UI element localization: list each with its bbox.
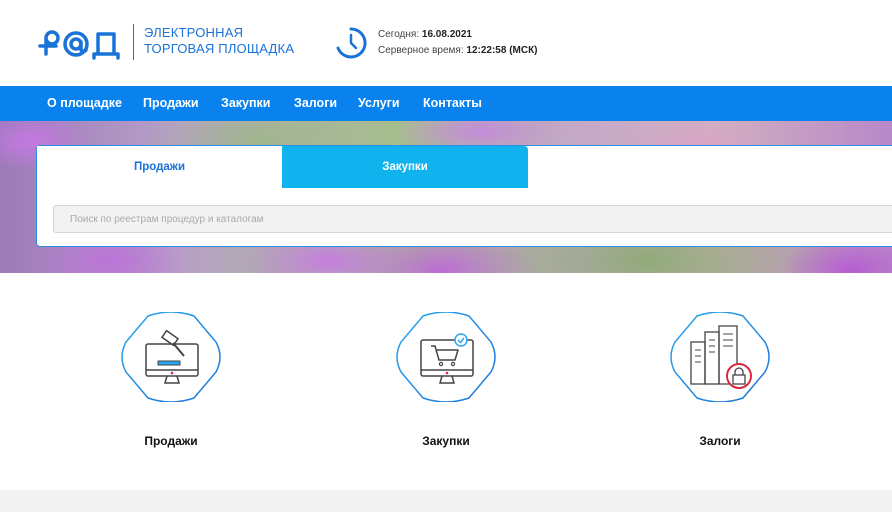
- nav-item-about[interactable]: О площадке: [47, 86, 122, 121]
- search-panel: Продажи Закупки: [36, 145, 892, 247]
- building-lock-icon: [690, 325, 752, 389]
- nav-item-sales[interactable]: Продажи: [143, 86, 199, 121]
- today-value: 16.08.2021: [421, 29, 472, 40]
- today-label: Сегодня:: [378, 29, 420, 40]
- server-time-row: Серверное время: 12:22:58 (МСК): [378, 43, 538, 59]
- server-time-value: 12:22:58 (МСК): [466, 45, 538, 56]
- category-sales-label: Продажи: [144, 434, 198, 448]
- category-pledges-label: Залоги: [699, 434, 741, 448]
- clock-icon: [336, 27, 367, 59]
- server-time-label: Серверное время:: [378, 45, 464, 56]
- header: ЭЛЕКТРОННАЯ ТОРГОВАЯ ПЛОЩАДКА Сегодня: 1…: [0, 0, 892, 86]
- logo-caption-line2: ТОРГОВАЯ ПЛОЩАДКА: [144, 41, 295, 56]
- auction-hammer-monitor-icon: [145, 329, 199, 384]
- shopping-cart-monitor-icon: [420, 333, 474, 384]
- logo-caption-line1: ЭЛЕКТРОННАЯ: [144, 25, 244, 40]
- nav-item-services[interactable]: Услуги: [358, 86, 400, 121]
- search-input[interactable]: [53, 205, 892, 233]
- category-purchases-label: Закупки: [422, 434, 470, 448]
- nav-item-purchases[interactable]: Закупки: [221, 86, 270, 121]
- logo-separator: [133, 24, 134, 60]
- logo-caption: ЭЛЕКТРОННАЯ ТОРГОВАЯ ПЛОЩАДКА: [144, 25, 294, 57]
- today-row: Сегодня: 16.08.2021: [378, 27, 538, 43]
- main-nav: О площадке Продажи Закупки Залоги Услуги…: [0, 86, 892, 121]
- rad-logo-icon[interactable]: [36, 28, 126, 60]
- date-time-block: Сегодня: 16.08.2021 Серверное время: 12:…: [378, 27, 538, 59]
- nav-item-pledges[interactable]: Залоги: [294, 86, 337, 121]
- tab-sales[interactable]: Продажи: [37, 146, 282, 188]
- nav-item-contacts[interactable]: Контакты: [423, 86, 482, 121]
- footer-band: [0, 490, 892, 512]
- tab-purchases[interactable]: Закупки: [282, 146, 528, 188]
